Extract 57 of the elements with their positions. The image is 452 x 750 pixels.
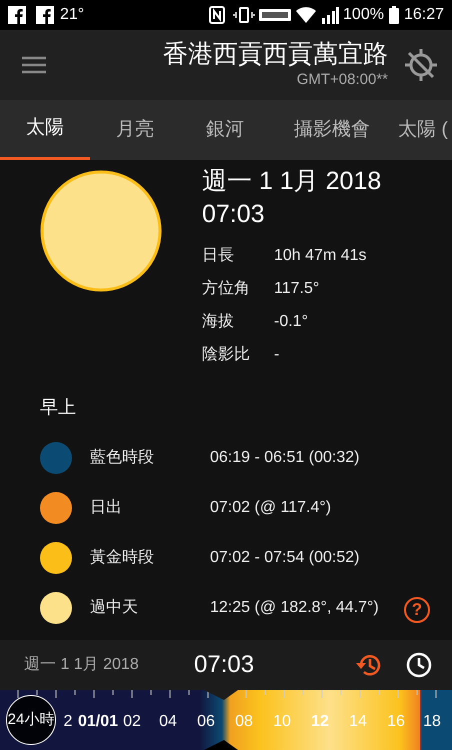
hour-label: 01/01 [78, 712, 118, 732]
tab[interactable]: 太陽 [0, 100, 90, 160]
detail-label: 方位角 [202, 278, 251, 299]
event-time: 07:02 (@ 117.4°) [210, 498, 332, 518]
hour-label: 10 [273, 712, 291, 732]
hour-label: 14 [349, 712, 367, 732]
location-off-icon[interactable] [404, 48, 438, 82]
hour-label: 18 [423, 712, 441, 732]
hour-label: 02 [123, 712, 141, 732]
vibrate-icon [233, 6, 256, 24]
tab[interactable]: 太陽 ( [394, 100, 452, 160]
event-time: 07:02 - 07:54 (00:52) [210, 548, 360, 568]
volte-icon [259, 9, 292, 21]
timezone-text: GMT+08:00** [296, 70, 388, 90]
signal-icon [321, 6, 340, 24]
battery-icon [388, 6, 399, 24]
detail-label: 日長 [202, 246, 235, 266]
tab[interactable]: 月亮 [90, 100, 180, 160]
wifi-icon [295, 6, 318, 24]
tab[interactable]: 攝影機會 [270, 100, 394, 160]
facebook-icon [8, 6, 26, 24]
hour-label: 2 [64, 712, 72, 732]
clock-text: 16:27 [404, 5, 444, 25]
hour-label: 06 [197, 712, 215, 732]
event-time: 12:25 (@ 182.8°, 44.7°) [210, 598, 379, 618]
hour-label: 08 [235, 712, 253, 732]
time-heading: 07:03 [202, 198, 266, 230]
clock-icon[interactable] [406, 652, 432, 678]
sun-icon [40, 170, 162, 292]
time-text: 07:03 [194, 650, 254, 680]
mode-button[interactable]: 24小時 [6, 695, 56, 745]
date-text: 週一 1 1月 2018 [24, 655, 140, 675]
date-heading: 週一 1 1月 2018 [202, 166, 382, 197]
timeline-bar[interactable]: 24小時 2 01/01 02 04 06 08 10 12 14 16 18 [0, 690, 452, 750]
detail-label: 海拔 [202, 312, 235, 332]
battery-percent: 100% [343, 5, 384, 25]
facebook-icon [36, 6, 54, 24]
hour-label: 12 [311, 712, 329, 732]
detail-value: - [274, 345, 280, 365]
menu-icon[interactable] [22, 56, 46, 74]
detail-value: -0.1° [274, 312, 308, 332]
nfc-icon [209, 6, 226, 24]
detail-label: 陰影比 [202, 344, 251, 365]
tab[interactable]: 銀河 [180, 100, 270, 160]
event-name: 過中天 [90, 598, 139, 618]
section-title: 早上 [40, 396, 77, 419]
detail-value: 117.5° [274, 279, 320, 299]
event-name: 藍色時段 [90, 448, 155, 468]
event-time: 06:19 - 06:51 (00:32) [210, 448, 360, 468]
hour-label: 04 [159, 712, 177, 732]
event-name: 黃金時段 [90, 548, 155, 568]
event-name: 日出 [90, 498, 123, 518]
location-title: 香港西貢西貢萬宜路 [163, 38, 388, 69]
help-button[interactable]: ? [404, 597, 430, 623]
detail-value: 10h 47m 41s [274, 246, 367, 266]
temperature-text: 21° [60, 5, 84, 25]
hour-label: 16 [387, 712, 405, 732]
